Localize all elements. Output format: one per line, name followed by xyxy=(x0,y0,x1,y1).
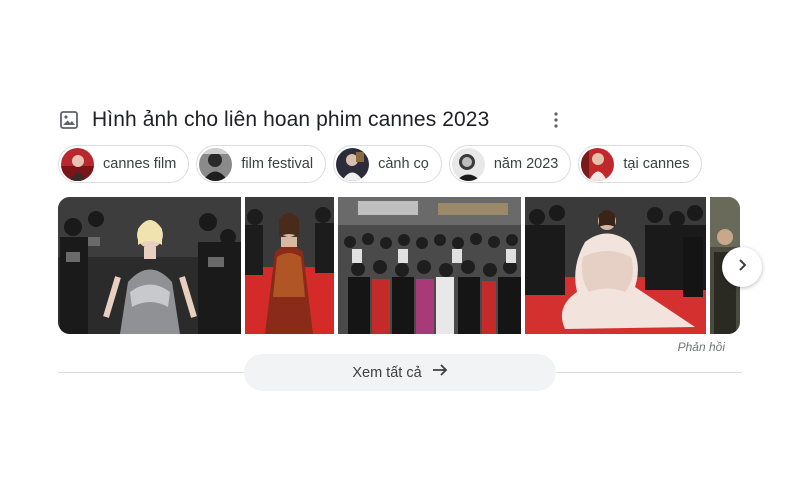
chip-film-festival[interactable]: film festival xyxy=(196,145,327,183)
chevron-right-icon xyxy=(735,258,749,277)
chip-cannes-film[interactable]: cannes film xyxy=(58,145,190,183)
image-result[interactable] xyxy=(338,197,521,334)
chip-thumbnail xyxy=(61,147,94,181)
chip-thumbnail xyxy=(451,147,485,181)
image-result[interactable] xyxy=(245,197,334,334)
chip-label: cành cọ xyxy=(378,156,429,172)
chip-nam-2023[interactable]: năm 2023 xyxy=(448,145,572,183)
chip-tai-cannes[interactable]: tại cannes xyxy=(578,145,703,183)
see-all-button[interactable]: Xem tất cả xyxy=(244,354,556,391)
image-result[interactable] xyxy=(525,197,706,334)
chip-thumbnail xyxy=(199,147,233,181)
chip-thumbnail xyxy=(336,147,370,181)
image-result[interactable] xyxy=(58,197,241,334)
arrow-right-icon xyxy=(432,362,448,383)
chip-label: cannes film xyxy=(103,156,177,172)
feedback-link[interactable]: Phản hồi xyxy=(678,340,725,354)
section-title: Hình ảnh cho liên hoan phim cannes 2023 xyxy=(92,108,490,131)
image-carousel xyxy=(58,197,740,334)
chip-label: film festival xyxy=(241,156,314,172)
chip-label: tại cannes xyxy=(623,156,690,172)
chip-thumbnail xyxy=(581,147,615,181)
image-pack-header: Hình ảnh cho liên hoan phim cannes 2023 xyxy=(58,104,558,136)
image-icon xyxy=(58,109,80,131)
see-all-label: Xem tất cả xyxy=(352,364,422,381)
chip-label: năm 2023 xyxy=(493,156,559,172)
more-vert-icon[interactable] xyxy=(546,110,566,130)
related-chips: cannes film film festival cành cọ năm 20… xyxy=(58,145,703,183)
chip-canh-co[interactable]: cành cọ xyxy=(333,145,442,183)
carousel-next-button[interactable] xyxy=(722,247,762,287)
